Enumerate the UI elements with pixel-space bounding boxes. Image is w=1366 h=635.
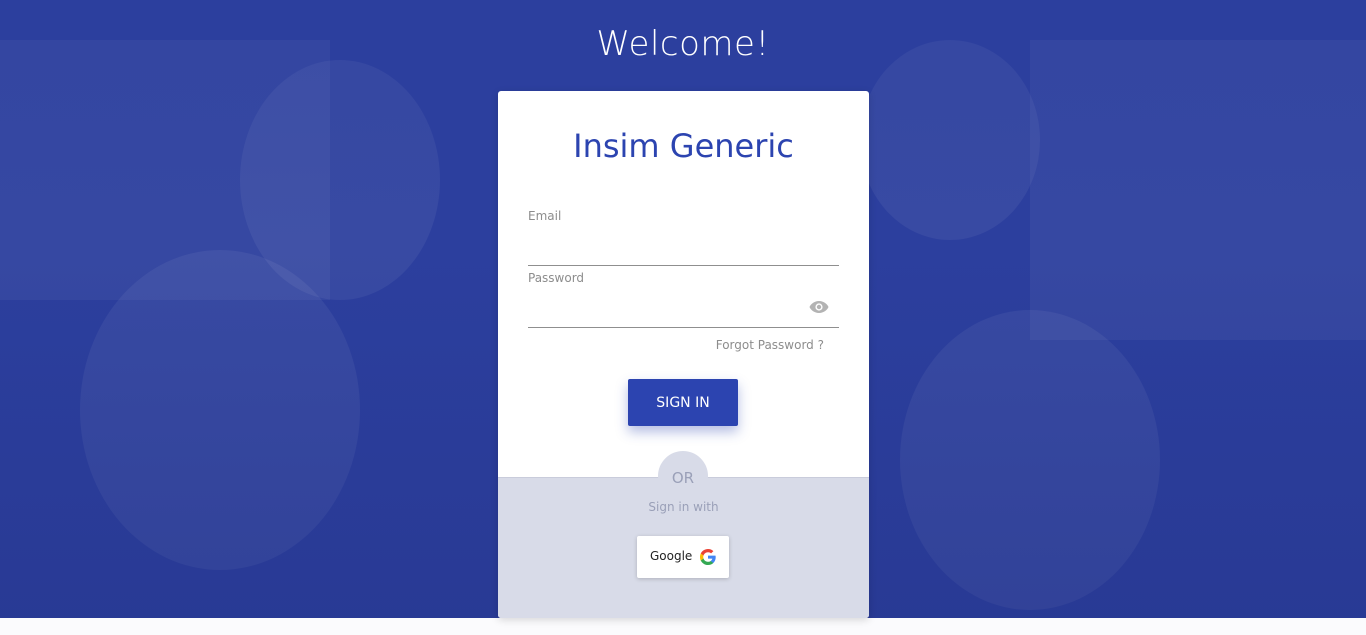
sign-in-button[interactable]: SIGN IN [628, 379, 738, 426]
welcome-heading: Welcome! [596, 24, 770, 64]
password-label: Password [528, 271, 585, 285]
email-label: Email [528, 209, 562, 223]
forgot-password-link[interactable]: Forgot Password ? [716, 338, 824, 352]
or-divider: OR [658, 451, 708, 501]
google-g-icon [700, 549, 716, 565]
google-sign-in-button[interactable]: Google [637, 536, 729, 578]
sign-in-with-label: Sign in with [648, 500, 719, 514]
password-field[interactable] [528, 301, 839, 328]
email-field[interactable] [528, 239, 839, 266]
eye-icon[interactable] [809, 299, 829, 313]
google-label: Google [650, 549, 693, 563]
login-card: Insim Generic Email Password Forgot Pass… [498, 91, 869, 618]
app-title: Insim Generic [573, 127, 794, 165]
